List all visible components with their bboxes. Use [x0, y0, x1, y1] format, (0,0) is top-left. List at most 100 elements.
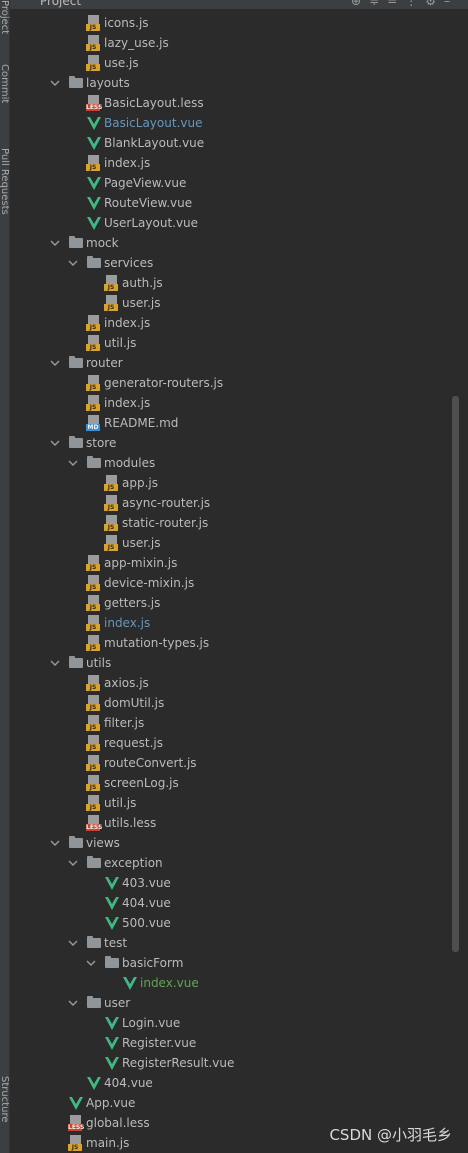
- tree-item-label: util.js: [104, 336, 137, 350]
- tree-file-row[interactable]: BasicLayout.vue: [10, 113, 452, 133]
- side-tab-project[interactable]: Project: [0, 0, 10, 34]
- chevron-down-icon[interactable]: [50, 438, 60, 448]
- folder-icon: [68, 435, 84, 451]
- tree-folder-row[interactable]: test: [10, 933, 452, 953]
- tree-file-row[interactable]: PageView.vue: [10, 173, 452, 193]
- tree-folder-row[interactable]: utils: [10, 653, 452, 673]
- tree-file-row[interactable]: JS icons.js: [10, 13, 452, 33]
- tree-folder-row[interactable]: user: [10, 993, 452, 1013]
- tree-item-label: screenLog.js: [104, 776, 179, 790]
- tree-file-row[interactable]: 500.vue: [10, 913, 452, 933]
- tree-file-row[interactable]: JS util.js: [10, 793, 452, 813]
- chevron-down-icon[interactable]: [50, 238, 60, 248]
- tree-item-label: Register.vue: [122, 1036, 197, 1050]
- tree-file-row[interactable]: RegisterResult.vue: [10, 1053, 452, 1073]
- tree-folder-row[interactable]: exception: [10, 853, 452, 873]
- tree-file-row[interactable]: JS use.js: [10, 53, 452, 73]
- tree-item-label: index.js: [104, 396, 151, 410]
- chevron-down-icon[interactable]: [50, 658, 60, 668]
- tree-file-row[interactable]: JS lazy_use.js: [10, 33, 452, 53]
- tree-file-row[interactable]: JS getters.js: [10, 593, 452, 613]
- tree-file-row[interactable]: LESS utils.less: [10, 813, 452, 833]
- js-file-icon: JS: [104, 515, 120, 531]
- tree-item-label: index.js: [104, 316, 151, 330]
- tree-folder-row[interactable]: modules: [10, 453, 452, 473]
- chevron-down-icon[interactable]: [50, 838, 60, 848]
- tree-file-row[interactable]: JS index.js: [10, 613, 452, 633]
- tree-file-row[interactable]: JS filter.js: [10, 713, 452, 733]
- tree-file-row[interactable]: 403.vue: [10, 873, 452, 893]
- tree-file-row[interactable]: JS domUtil.js: [10, 693, 452, 713]
- chevron-down-icon[interactable]: [68, 938, 78, 948]
- js-file-icon: JS: [86, 755, 102, 771]
- tree-item-label: services: [104, 256, 154, 270]
- tree-folder-row[interactable]: basicForm: [10, 953, 452, 973]
- vue-file-icon: [105, 917, 119, 930]
- tree-file-row[interactable]: JS user.js: [10, 533, 452, 553]
- tree-file-row[interactable]: JS async-router.js: [10, 493, 452, 513]
- js-file-icon: JS: [86, 735, 102, 751]
- tree-item-label: basicForm: [122, 956, 184, 970]
- chevron-down-icon[interactable]: [68, 458, 78, 468]
- tree-file-row[interactable]: JS user.js: [10, 293, 452, 313]
- tree-file-row[interactable]: JS index.js: [10, 393, 452, 413]
- chevron-down-icon[interactable]: [68, 258, 78, 268]
- tree-file-row[interactable]: JS auth.js: [10, 273, 452, 293]
- tree-file-row[interactable]: Register.vue: [10, 1033, 452, 1053]
- tree-item-label: views: [86, 836, 120, 850]
- tree-folder-row[interactable]: services: [10, 253, 452, 273]
- tree-item-label: utils: [86, 656, 112, 670]
- tree-file-row[interactable]: 404.vue: [10, 893, 452, 913]
- chevron-down-icon[interactable]: [68, 858, 78, 868]
- tree-folder-row[interactable]: mock: [10, 233, 452, 253]
- tree-file-row[interactable]: JS app-mixin.js: [10, 553, 452, 573]
- tree-file-row[interactable]: MD README.md: [10, 413, 452, 433]
- tree-item-label: 404.vue: [122, 896, 171, 910]
- tree-folder-row[interactable]: store: [10, 433, 452, 453]
- folder-icon: [86, 855, 102, 871]
- js-file-icon: JS: [86, 315, 102, 331]
- folder-icon: [68, 655, 84, 671]
- tree-item-label: layouts: [86, 76, 130, 90]
- tree-item-label: main.js: [86, 1136, 130, 1150]
- tree-file-row[interactable]: JS axios.js: [10, 673, 452, 693]
- tree-file-row[interactable]: JS index.js: [10, 153, 452, 173]
- tree-folder-row[interactable]: layouts: [10, 73, 452, 93]
- tree-file-row[interactable]: JS device-mixin.js: [10, 573, 452, 593]
- vue-file-icon: [87, 217, 101, 230]
- tree-folder-row[interactable]: router: [10, 353, 452, 373]
- side-tab-pull-requests[interactable]: Pull Requests: [0, 148, 10, 215]
- tree-file-row[interactable]: JS static-router.js: [10, 513, 452, 533]
- tree-file-row[interactable]: App.vue: [10, 1093, 452, 1113]
- tree-file-row[interactable]: JS util.js: [10, 333, 452, 353]
- tree-file-row[interactable]: JS index.js: [10, 313, 452, 333]
- chevron-down-icon[interactable]: [86, 958, 96, 968]
- side-tab-structure[interactable]: Structure: [0, 1076, 10, 1123]
- tree-file-row[interactable]: JS app.js: [10, 473, 452, 493]
- chevron-down-icon[interactable]: [68, 998, 78, 1008]
- tree-file-row[interactable]: 404.vue: [10, 1073, 452, 1093]
- chevron-down-icon[interactable]: [50, 358, 60, 368]
- tree-file-row[interactable]: Login.vue: [10, 1013, 452, 1033]
- tree-file-row[interactable]: JS mutation-types.js: [10, 633, 452, 653]
- tree-item-label: store: [86, 436, 117, 450]
- js-file-icon: JS: [86, 15, 102, 31]
- tree-file-row[interactable]: BlankLayout.vue: [10, 133, 452, 153]
- js-file-icon: JS: [104, 275, 120, 291]
- tree-item-label: use.js: [104, 56, 139, 70]
- tree-file-row[interactable]: JS screenLog.js: [10, 773, 452, 793]
- tree-file-row[interactable]: JS generator-routers.js: [10, 373, 452, 393]
- tree-file-row[interactable]: index.vue: [10, 973, 452, 993]
- side-tab-commit[interactable]: Commit: [0, 64, 10, 103]
- tree-folder-row[interactable]: views: [10, 833, 452, 853]
- tree-file-row[interactable]: RouteView.vue: [10, 193, 452, 213]
- vue-file-icon: [123, 977, 137, 990]
- vertical-scrollbar[interactable]: [452, 396, 459, 952]
- chevron-down-icon[interactable]: [50, 78, 60, 88]
- tree-item-label: Login.vue: [122, 1016, 181, 1030]
- tree-file-row[interactable]: JS request.js: [10, 733, 452, 753]
- tree-file-row[interactable]: JS routeConvert.js: [10, 753, 452, 773]
- tree-file-row[interactable]: LESS BasicLayout.less: [10, 93, 452, 113]
- tree-file-row[interactable]: UserLayout.vue: [10, 213, 452, 233]
- tree-item-label: 403.vue: [122, 876, 171, 890]
